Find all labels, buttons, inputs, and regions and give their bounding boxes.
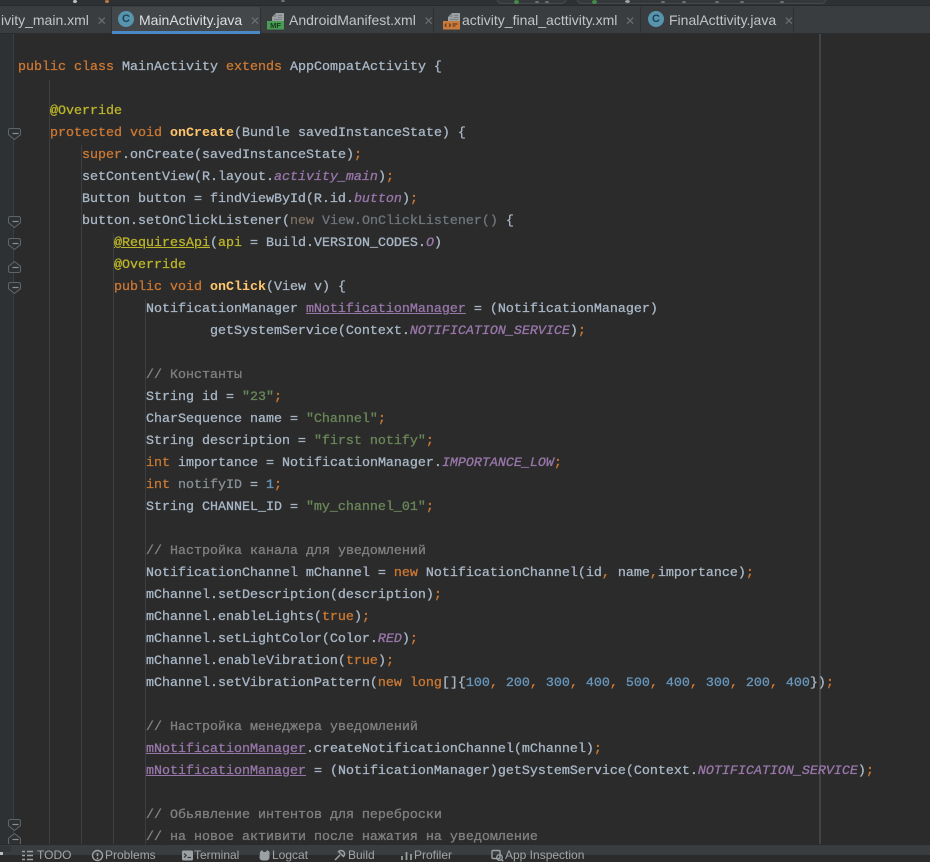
svg-text:MF: MF	[270, 21, 281, 30]
